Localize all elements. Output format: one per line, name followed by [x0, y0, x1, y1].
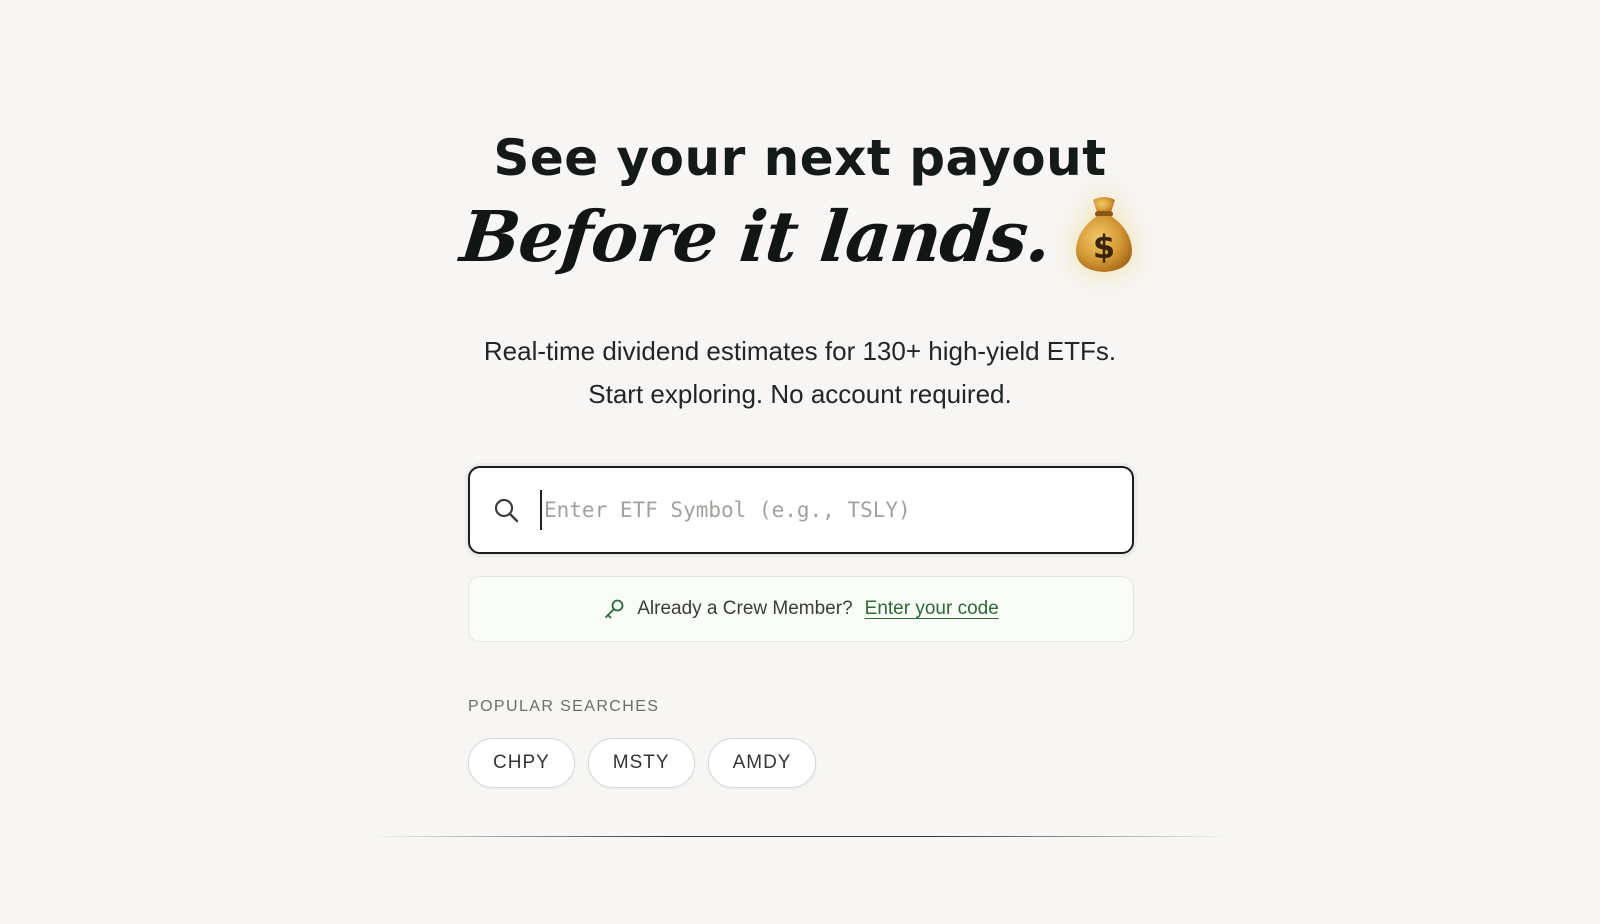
hero-script-text: Before it lands. [457, 195, 1055, 278]
popular-searches-label: POPULAR SEARCHES [468, 698, 660, 715]
divider [370, 836, 1230, 837]
popular-chip-chpy[interactable]: CHPY [468, 738, 575, 788]
search-icon [492, 496, 520, 524]
popular-chip-msty[interactable]: MSTY [587, 738, 695, 788]
enter-code-link[interactable]: Enter your code [865, 598, 999, 620]
popular-searches-list: CHPY MSTY AMDY [468, 738, 817, 788]
search-box[interactable] [468, 466, 1134, 554]
popular-chip-amdy[interactable]: AMDY [707, 738, 817, 788]
hero-subtitle: Real-time dividend estimates for 130+ hi… [0, 330, 1600, 416]
crew-prompt: Already a Crew Member? [637, 598, 853, 619]
crew-member-box: Already a Crew Member? Enter your code [468, 576, 1134, 642]
search-input[interactable] [540, 490, 1132, 530]
key-icon [603, 598, 625, 620]
subtitle-line-2: Start exploring. No account required. [588, 379, 1012, 409]
hero: See your next payout Before it lands. $ [0, 128, 1600, 282]
money-bag-icon: $ [1069, 192, 1139, 276]
hero-script-line: Before it lands. $ [0, 192, 1600, 282]
hero-headline: See your next payout [493, 129, 1107, 187]
svg-text:$: $ [1092, 228, 1114, 266]
landing-page: See your next payout Before it lands. $ … [0, 0, 1600, 924]
subtitle-line-1: Real-time dividend estimates for 130+ hi… [483, 336, 1117, 366]
